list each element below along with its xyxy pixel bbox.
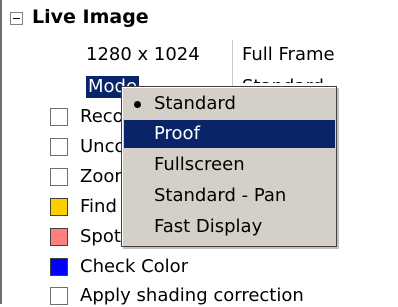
menu-item-label: Standard <box>154 93 236 114</box>
color-swatch[interactable] <box>50 228 68 246</box>
checkbox[interactable] <box>50 168 68 186</box>
mode-dropdown-menu: Standard Proof Fullscreen Standard - Pan… <box>121 86 337 247</box>
section-title: Live Image <box>32 6 149 28</box>
menu-item-label: Proof <box>154 123 200 144</box>
color-swatch[interactable] <box>50 258 68 276</box>
menu-item-standard-pan[interactable]: Standard - Pan <box>124 182 335 210</box>
checkbox[interactable] <box>50 287 68 305</box>
option-label: Find <box>80 196 117 217</box>
menu-item-label: Fast Display <box>154 216 263 237</box>
option-label: Check Color <box>80 256 189 277</box>
color-swatch[interactable] <box>50 198 68 216</box>
menu-item-label: Standard - Pan <box>154 185 287 206</box>
checkbox[interactable] <box>50 138 68 156</box>
resolution-label: 1280 x 1024 <box>86 44 200 65</box>
option-label: Apply shading correction <box>80 285 304 306</box>
option-label: Spot <box>80 226 121 247</box>
panel-border <box>0 0 2 304</box>
selected-bullet-icon <box>134 101 141 108</box>
menu-item-standard[interactable]: Standard <box>124 90 335 118</box>
menu-item-label: Fullscreen <box>154 154 245 175</box>
resolution-value[interactable]: Full Frame <box>242 44 335 65</box>
menu-item-proof[interactable]: Proof <box>124 120 335 148</box>
properties-panel: Live Image 1280 x 1024 Full Frame Mode S… <box>0 0 398 306</box>
checkbox[interactable] <box>50 108 68 126</box>
menu-item-fullscreen[interactable]: Fullscreen <box>124 151 335 179</box>
collapse-icon[interactable] <box>10 12 23 25</box>
menu-item-fast-display[interactable]: Fast Display <box>124 213 335 241</box>
